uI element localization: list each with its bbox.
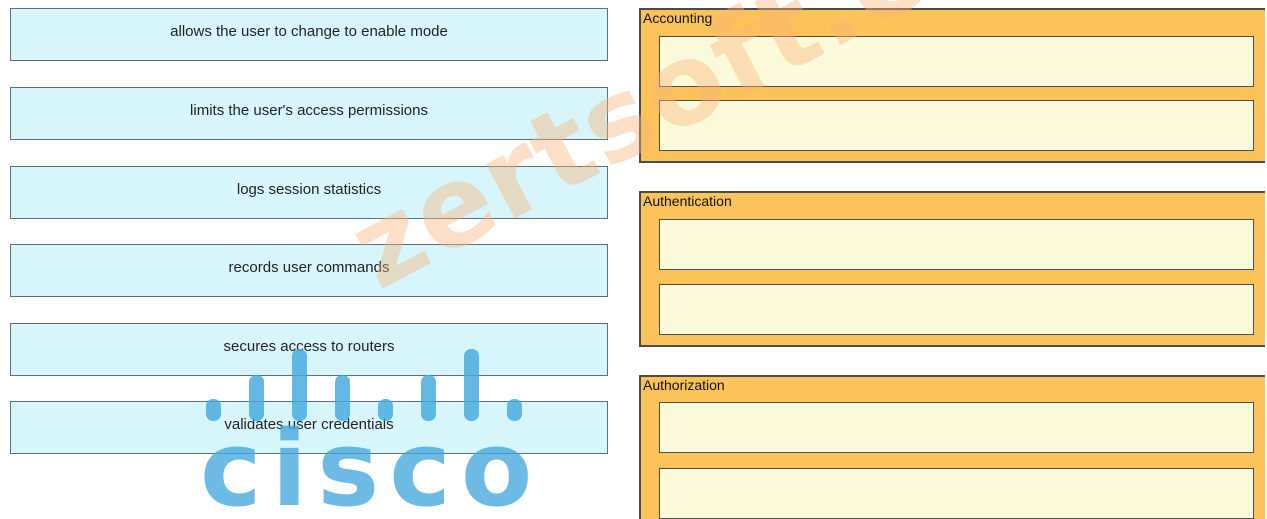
target-group-title: Authentication bbox=[643, 193, 732, 209]
target-group-accounting: Accounting bbox=[639, 8, 1265, 163]
drop-slot-authentication-2[interactable] bbox=[659, 284, 1254, 335]
source-item-user-commands[interactable]: records user commands bbox=[10, 244, 608, 297]
drop-slot-authentication-1[interactable] bbox=[659, 219, 1254, 270]
drop-slot-authorization-1[interactable] bbox=[659, 402, 1254, 453]
source-item-label: validates user credentials bbox=[224, 416, 394, 433]
source-item-label: limits the user's access permissions bbox=[190, 102, 428, 119]
target-group-authentication: Authentication bbox=[639, 191, 1265, 347]
source-item-access-permissions[interactable]: limits the user's access permissions bbox=[10, 87, 608, 140]
source-item-enable-mode[interactable]: allows the user to change to enable mode bbox=[10, 8, 608, 61]
drop-slot-accounting-2[interactable] bbox=[659, 100, 1254, 151]
source-item-label: records user commands bbox=[228, 259, 390, 276]
source-item-label: allows the user to change to enable mode bbox=[170, 23, 448, 40]
target-group-authorization: Authorization bbox=[639, 375, 1265, 519]
target-group-title: Accounting bbox=[643, 10, 713, 26]
source-item-validates-credentials[interactable]: validates user credentials bbox=[10, 401, 608, 454]
source-item-secures-routers[interactable]: secures access to routers bbox=[10, 323, 608, 376]
drag-drop-exercise: allows the user to change to enable mode… bbox=[0, 0, 1267, 519]
drop-slot-accounting-1[interactable] bbox=[659, 36, 1254, 87]
target-group-title: Authorization bbox=[643, 377, 725, 393]
source-item-label: logs session statistics bbox=[236, 181, 382, 198]
source-item-label: secures access to routers bbox=[223, 338, 395, 355]
source-item-session-statistics[interactable]: logs session statistics bbox=[10, 166, 608, 219]
drop-slot-authorization-2[interactable] bbox=[659, 468, 1254, 519]
